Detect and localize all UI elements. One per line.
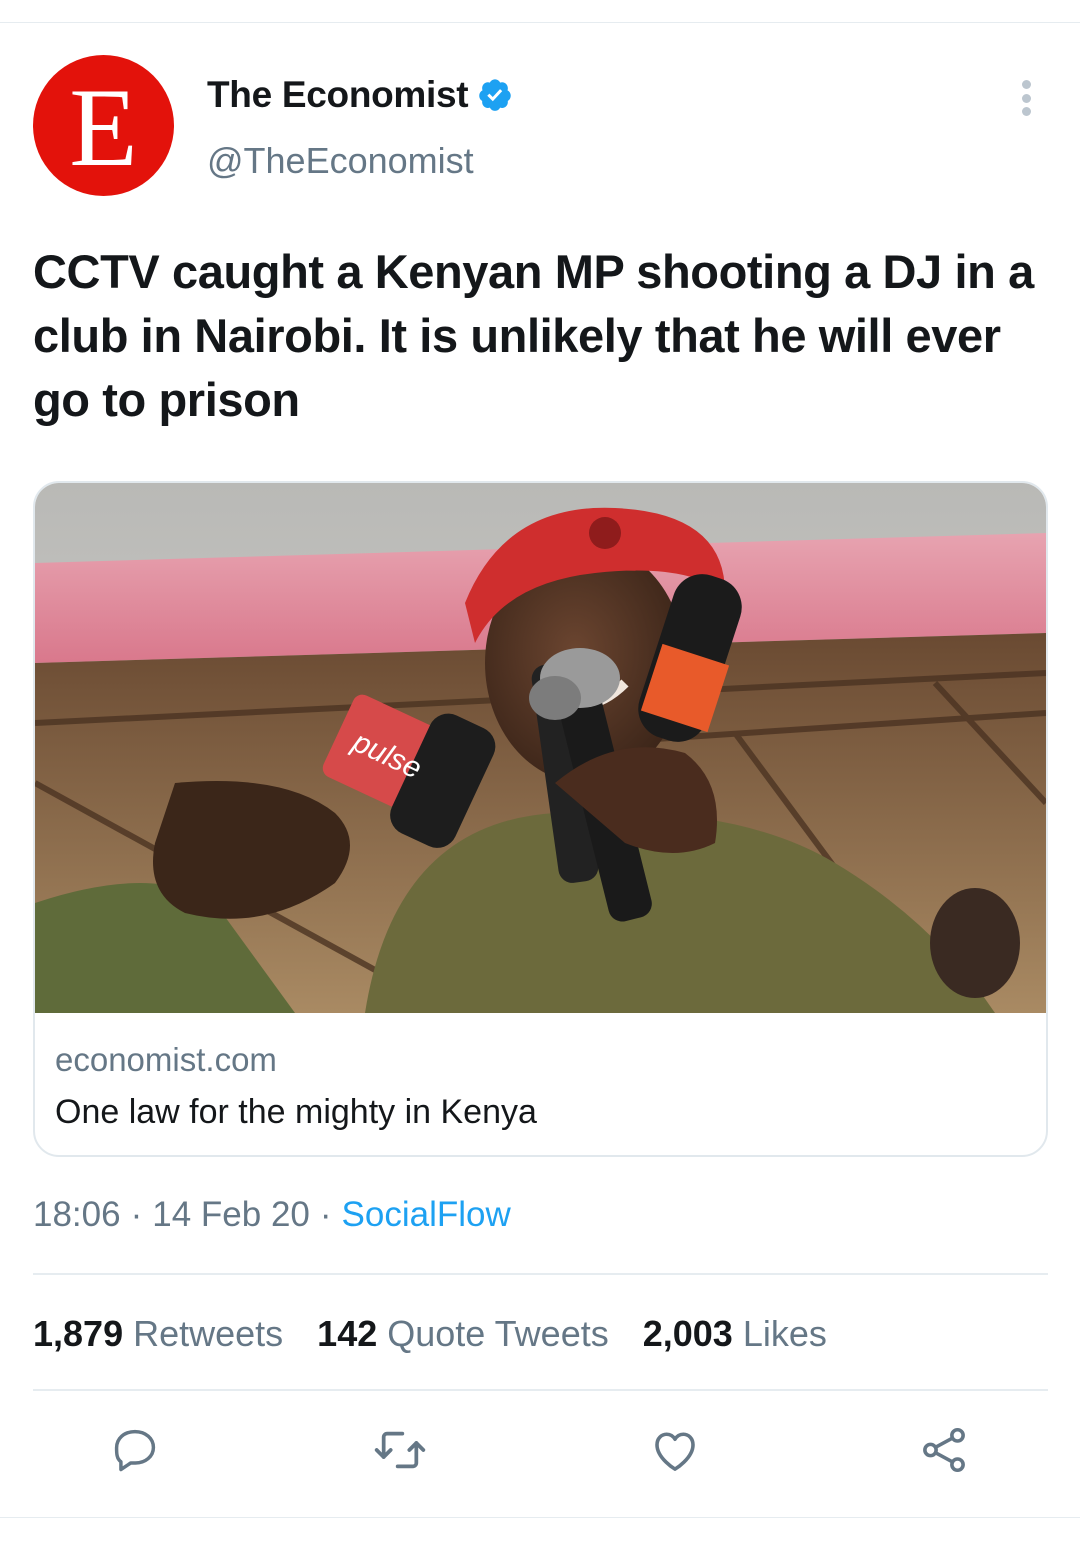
share-icon	[923, 1427, 965, 1473]
reply-button[interactable]	[105, 1420, 165, 1480]
more-dot	[1021, 107, 1031, 116]
bottom-divider	[0, 1517, 1080, 1518]
meta-separator: ·	[130, 1195, 143, 1234]
reply-icon	[114, 1429, 156, 1472]
more-dot	[1021, 80, 1031, 89]
author-name-row[interactable]: The Economist	[207, 74, 513, 116]
avatar-letter: E	[69, 65, 138, 190]
avatar[interactable]: E	[33, 55, 174, 196]
top-divider	[0, 22, 1080, 23]
quote-tweets-label: Quote Tweets	[387, 1313, 609, 1354]
likes-label: Likes	[742, 1313, 827, 1354]
tweet-date: 14 Feb 20	[152, 1195, 310, 1234]
like-button[interactable]	[645, 1420, 705, 1480]
card-title: One law for the mighty in Kenya	[55, 1093, 537, 1131]
more-vertical-icon[interactable]	[1004, 76, 1048, 120]
retweets-count: 1,879	[33, 1313, 124, 1354]
divider	[33, 1273, 1048, 1275]
retweet-button[interactable]	[370, 1420, 430, 1480]
retweet-icon	[374, 1431, 426, 1469]
retweets-label: Retweets	[133, 1313, 284, 1354]
quote-tweets-stat[interactable]: 142 Quote Tweets	[317, 1313, 609, 1355]
tweet-time: 18:06	[33, 1195, 121, 1234]
display-name[interactable]: The Economist	[207, 74, 469, 116]
tweet-stats: 1,879 Retweets 142 Quote Tweets 2,003 Likes	[33, 1313, 861, 1355]
quote-tweets-count: 142	[317, 1313, 378, 1354]
share-button[interactable]	[914, 1420, 974, 1480]
link-card[interactable]: pulse economist.com One law for the migh…	[33, 481, 1048, 1157]
heart-icon	[655, 1432, 695, 1471]
card-image[interactable]: pulse	[35, 483, 1046, 1013]
more-dot	[1021, 93, 1031, 103]
likes-stat[interactable]: 2,003 Likes	[643, 1313, 827, 1355]
tweet-source-link[interactable]: SocialFlow	[342, 1195, 511, 1235]
card-domain: economist.com	[55, 1041, 277, 1078]
tweet-meta: 18:06 · 14 Feb 20 · SocialFlow	[33, 1195, 511, 1235]
retweets-stat[interactable]: 1,879 Retweets	[33, 1313, 283, 1355]
tweet-text: CCTV caught a Kenyan MP shooting a DJ in…	[33, 245, 1034, 426]
verified-badge-icon	[479, 79, 512, 111]
divider	[33, 1389, 1048, 1391]
action-bar	[0, 1420, 1080, 1480]
meta-separator: ·	[319, 1195, 332, 1234]
likes-count: 2,003	[642, 1313, 733, 1354]
handle[interactable]: @TheEconomist	[207, 140, 474, 182]
